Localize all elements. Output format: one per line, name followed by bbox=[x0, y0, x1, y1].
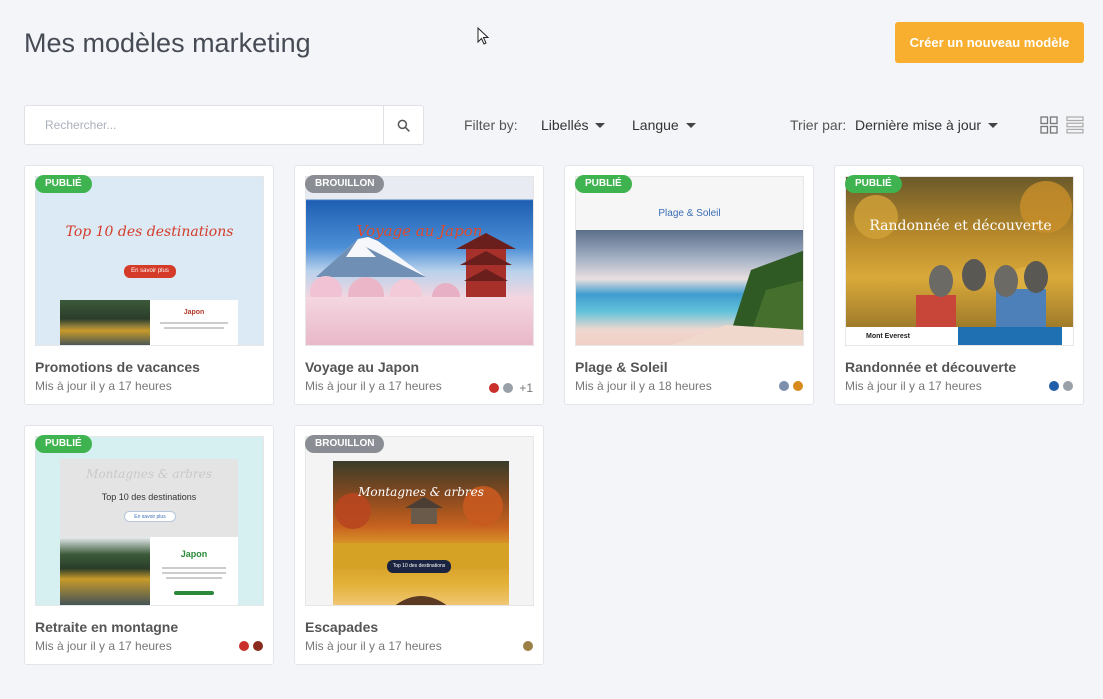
create-template-button[interactable]: Créer un nouveau modèle bbox=[895, 22, 1084, 63]
tag-dot bbox=[253, 641, 263, 651]
search-input[interactable] bbox=[25, 106, 383, 144]
page-title: Mes modèles marketing bbox=[24, 28, 311, 58]
template-card[interactable]: Montagnes & arbres Top 10 des destinatio… bbox=[294, 425, 544, 665]
status-badge: BROUILLON bbox=[305, 175, 385, 193]
tag-list bbox=[779, 381, 803, 391]
search-icon bbox=[397, 119, 410, 132]
status-badge: BROUILLON bbox=[305, 435, 385, 453]
card-updated: Mis à jour il y a 17 heures bbox=[305, 639, 442, 653]
sort-dropdown-value: Dernière mise à jour bbox=[855, 117, 982, 133]
filter-label: Filter by: bbox=[464, 117, 518, 133]
caret-down-icon bbox=[595, 122, 606, 128]
template-card[interactable]: Voyage au Japon BROUILLON Voyage au Japo… bbox=[294, 165, 544, 405]
thumb-heading: Randonnée et découverte bbox=[869, 218, 1052, 234]
list-view-icon[interactable] bbox=[1066, 116, 1084, 134]
card-title: Promotions de vacances bbox=[35, 359, 200, 375]
language-dropdown-label: Langue bbox=[632, 117, 679, 133]
card-updated: Mis à jour il y a 17 heures bbox=[35, 639, 172, 653]
template-thumbnail: Randonnée et découverte Mont Everest bbox=[845, 176, 1074, 346]
template-thumbnail: Plage & Soleil bbox=[575, 176, 804, 346]
thumb-text-block: Japon bbox=[150, 537, 238, 605]
mouse-cursor-icon bbox=[477, 27, 489, 45]
thumb-button: Top 10 des destinations bbox=[387, 560, 451, 573]
tag-list: +1 bbox=[489, 381, 533, 395]
search-button[interactable] bbox=[383, 106, 423, 144]
thumb-image bbox=[60, 300, 150, 345]
tag-list bbox=[1049, 381, 1073, 391]
tag-dot bbox=[523, 641, 533, 651]
card-title: Retraite en montagne bbox=[35, 619, 179, 635]
sort-dropdown[interactable]: Dernière mise à jour bbox=[855, 117, 999, 133]
thumb-heading: Voyage au Japon bbox=[356, 222, 483, 240]
thumb-button: En savoir plus bbox=[124, 265, 176, 278]
more-tags-count: +1 bbox=[519, 381, 533, 395]
thumb-heading: Top 10 des destinations bbox=[65, 224, 234, 240]
card-updated: Mis à jour il y a 18 heures bbox=[575, 379, 712, 393]
tag-dot bbox=[793, 381, 803, 391]
tag-list bbox=[239, 641, 263, 651]
tag-dot bbox=[239, 641, 249, 651]
tag-list bbox=[523, 641, 533, 651]
card-updated: Mis à jour il y a 17 heures bbox=[845, 379, 982, 393]
card-title: Escapades bbox=[305, 619, 379, 635]
template-thumbnail: Voyage au Japon bbox=[305, 176, 534, 346]
labels-dropdown[interactable]: Libellés bbox=[541, 117, 606, 133]
caret-down-icon bbox=[685, 122, 696, 128]
template-card[interactable]: Plage & Soleil PUBLIÉ Plage & Soleil Mis… bbox=[564, 165, 814, 405]
thumb-section-title: Japon bbox=[183, 309, 205, 316]
thumb-text-block: Japon bbox=[150, 300, 238, 345]
labels-dropdown-label: Libellés bbox=[541, 117, 589, 133]
sort-label: Trier par: bbox=[790, 117, 847, 133]
card-title: Voyage au Japon bbox=[305, 359, 420, 375]
template-card[interactable]: Montagnes & arbres Top 10 des destinatio… bbox=[24, 425, 274, 665]
tag-dot bbox=[503, 383, 514, 393]
template-card[interactable]: Top 10 des destinations En savoir plus J… bbox=[24, 165, 274, 405]
thumb-footer: Mont Everest bbox=[846, 327, 1073, 345]
thumb-heading: Montagnes & arbres bbox=[358, 485, 484, 499]
status-badge: PUBLIÉ bbox=[845, 175, 902, 193]
status-badge: PUBLIÉ bbox=[35, 435, 92, 453]
thumb-image bbox=[60, 537, 150, 605]
thumb-heading: Top 10 des destinations bbox=[101, 492, 197, 502]
search-box bbox=[24, 105, 424, 145]
thumb-button: En savoir plus bbox=[124, 511, 176, 522]
thumb-section-title: Mont Everest bbox=[866, 333, 910, 340]
template-card[interactable]: Randonnée et découverte Mont Everest PUB… bbox=[834, 165, 1084, 405]
thumb-heading: Plage & Soleil bbox=[658, 208, 721, 219]
tag-dot bbox=[1063, 381, 1073, 391]
tag-dot bbox=[779, 381, 789, 391]
template-thumbnail: Top 10 des destinations En savoir plus J… bbox=[35, 176, 264, 346]
card-updated: Mis à jour il y a 17 heures bbox=[305, 379, 442, 393]
tag-dot bbox=[1049, 381, 1059, 391]
thumb-section-title: Japon bbox=[180, 549, 208, 559]
template-thumbnail: Montagnes & arbres Top 10 des destinatio… bbox=[35, 436, 264, 606]
card-title: Plage & Soleil bbox=[575, 359, 668, 375]
caret-down-icon bbox=[988, 122, 999, 128]
template-thumbnail: Montagnes & arbres Top 10 des destinatio… bbox=[305, 436, 534, 606]
grid-view-icon[interactable] bbox=[1040, 116, 1058, 134]
thumb-script: Montagnes & arbres bbox=[86, 467, 212, 481]
language-dropdown[interactable]: Langue bbox=[632, 117, 696, 133]
status-badge: PUBLIÉ bbox=[575, 175, 632, 193]
tag-dot bbox=[489, 383, 500, 393]
status-badge: PUBLIÉ bbox=[35, 175, 92, 193]
card-updated: Mis à jour il y a 17 heures bbox=[35, 379, 172, 393]
card-title: Randonnée et découverte bbox=[845, 359, 1017, 375]
